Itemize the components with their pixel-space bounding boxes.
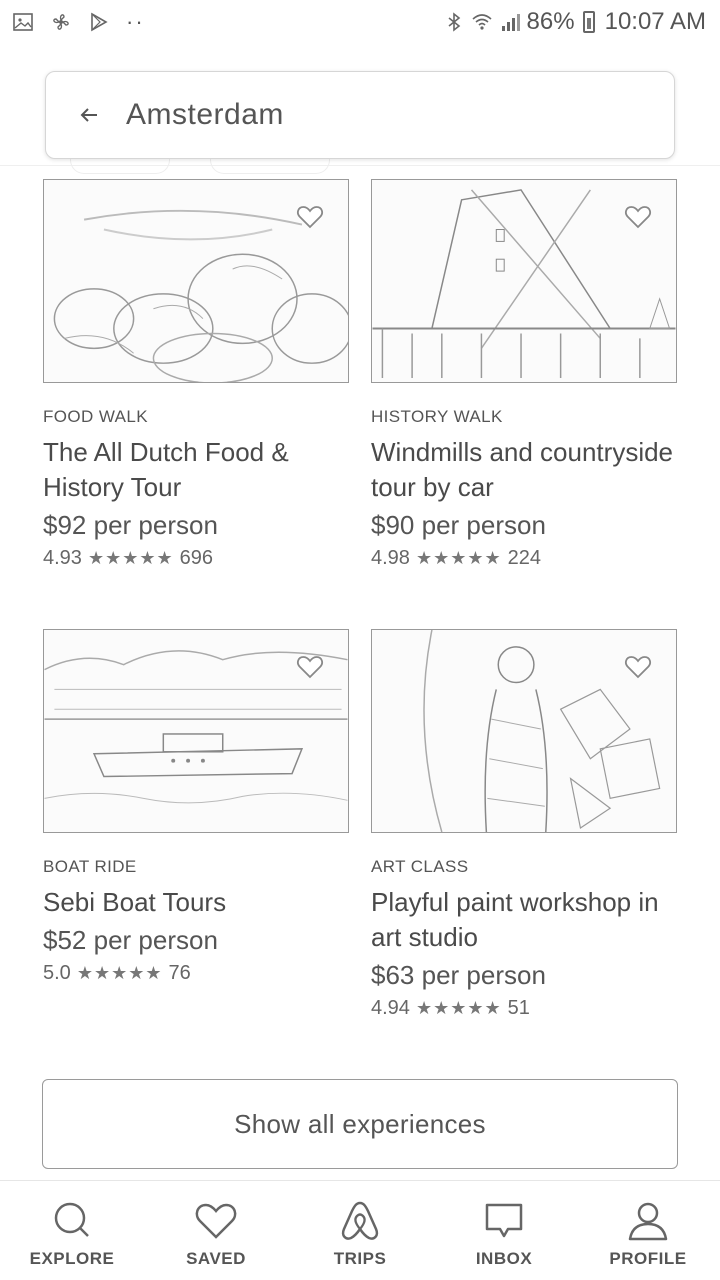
star-rating-icon: ★★★★★: [87, 548, 174, 568]
card-title[interactable]: Windmills and countryside tour by car: [371, 435, 677, 505]
nav-label: SAVED: [186, 1249, 246, 1268]
star-rating-icon: ★★★★★: [415, 998, 502, 1018]
card-title[interactable]: The All Dutch Food & History Tour: [43, 435, 349, 505]
review-count: 51: [507, 997, 530, 1019]
nav-saved[interactable]: SAVED: [144, 1181, 288, 1280]
experience-card[interactable]: HISTORY WALK Windmills and countryside t…: [371, 179, 677, 570]
play-store-icon: [88, 11, 110, 33]
card-category: FOOD WALK: [43, 407, 148, 426]
nav-label: EXPLORE: [29, 1249, 115, 1268]
review-count: 76: [168, 962, 191, 984]
review-count: 696: [179, 547, 213, 569]
card-title[interactable]: Playful paint workshop in art studio: [371, 885, 677, 955]
card-category: HISTORY WALK: [371, 407, 503, 426]
experience-image[interactable]: [371, 179, 677, 383]
back-arrow-icon[interactable]: [78, 104, 100, 126]
pinwheel-icon: [50, 11, 72, 33]
search-bar[interactable]: Amsterdam: [45, 71, 675, 159]
card-rating: 4.93 ★★★★★ 696: [43, 547, 349, 570]
rating-value: 5.0: [43, 962, 71, 984]
battery-icon: [582, 11, 595, 33]
card-category: ART CLASS: [371, 857, 469, 876]
nav-trips[interactable]: TRIPS: [288, 1181, 432, 1280]
heart-icon[interactable]: [296, 204, 324, 230]
battery-percent: 86%: [526, 8, 575, 35]
rating-value: 4.93: [43, 547, 82, 569]
signal-icon: [499, 11, 521, 33]
heart-icon: [195, 1203, 237, 1239]
card-rating: 5.0 ★★★★★ 76: [43, 962, 349, 985]
card-rating: 4.98 ★★★★★ 224: [371, 547, 677, 570]
experience-card[interactable]: BOAT RIDE Sebi Boat Tours $52 per person…: [43, 629, 349, 985]
star-rating-icon: ★★★★★: [76, 963, 163, 983]
rating-value: 4.98: [371, 547, 410, 569]
more-notifications: ··: [126, 9, 145, 34]
card-price: $52 per person: [43, 925, 218, 955]
experience-image[interactable]: [371, 629, 677, 833]
nav-inbox[interactable]: INBOX: [432, 1181, 576, 1280]
message-icon: [485, 1203, 523, 1238]
airbnb-logo-icon: [341, 1201, 379, 1240]
card-price: $63 per person: [371, 960, 546, 990]
nav-explore[interactable]: EXPLORE: [0, 1181, 144, 1280]
experience-image[interactable]: [43, 629, 349, 833]
search-input[interactable]: Amsterdam: [126, 98, 284, 132]
wifi-icon: [471, 11, 493, 33]
nav-label: TRIPS: [333, 1249, 387, 1268]
status-right: 86% 10:07 AM: [443, 8, 706, 36]
heart-icon[interactable]: [296, 654, 324, 680]
filter-chip[interactable]: [70, 158, 170, 174]
status-bar: ·· 86% 10:07 AM: [0, 0, 720, 44]
profile-icon: [628, 1202, 668, 1241]
star-rating-icon: ★★★★★: [415, 548, 502, 568]
bottom-nav: EXPLORE SAVED TRIPS INBOX PROFILE: [0, 1180, 720, 1280]
filter-chip[interactable]: [210, 158, 330, 174]
card-rating: 4.94 ★★★★★ 51: [371, 997, 677, 1020]
card-price: $90 per person: [371, 510, 546, 540]
image-icon: [12, 11, 34, 33]
card-title[interactable]: Sebi Boat Tours: [43, 885, 349, 920]
experience-image[interactable]: [43, 179, 349, 383]
heart-icon[interactable]: [624, 654, 652, 680]
nav-profile[interactable]: PROFILE: [576, 1181, 720, 1280]
review-count: 224: [507, 547, 541, 569]
status-left: ··: [12, 11, 145, 33]
card-category: BOAT RIDE: [43, 857, 137, 876]
heart-icon[interactable]: [624, 204, 652, 230]
experience-card[interactable]: ART CLASS Playful paint workshop in art …: [371, 629, 677, 1020]
experience-card[interactable]: FOOD WALK The All Dutch Food & History T…: [43, 179, 349, 570]
card-price: $92 per person: [43, 510, 218, 540]
show-all-experiences-button[interactable]: Show all experiences: [42, 1079, 678, 1169]
bluetooth-icon: [443, 11, 465, 33]
rating-value: 4.94: [371, 997, 410, 1019]
nav-label: PROFILE: [609, 1249, 687, 1268]
nav-label: INBOX: [475, 1249, 533, 1268]
clock: 10:07 AM: [604, 8, 706, 35]
search-icon: [54, 1202, 89, 1237]
